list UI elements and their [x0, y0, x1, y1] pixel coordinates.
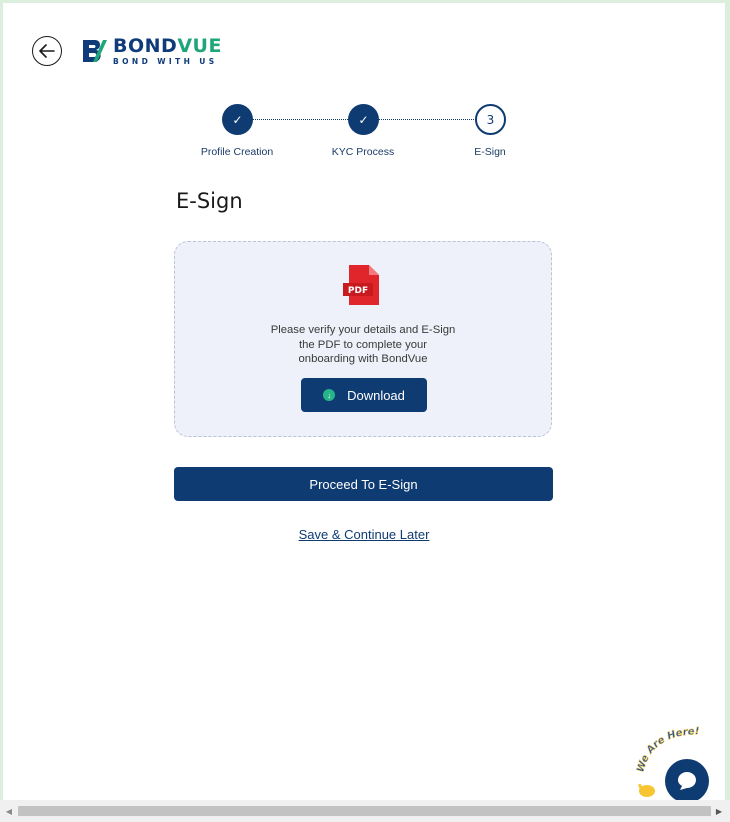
bondvue-mark-icon: [83, 40, 107, 62]
step-connector: [379, 119, 476, 120]
scroll-right-arrow-icon[interactable]: ▶: [712, 804, 726, 818]
horizontal-scrollbar[interactable]: ◀ ▶: [0, 800, 730, 822]
page-title: E-Sign: [176, 189, 243, 213]
esign-document-card: PDF Please verify your details and E-Sig…: [174, 241, 552, 437]
proceed-to-esign-button[interactable]: Proceed To E-Sign: [174, 467, 553, 501]
scrollbar-thumb[interactable]: [18, 806, 711, 816]
page-frame: BONDVUE BOND WITH US ✓ ✓ 3 Profile Creat…: [3, 3, 725, 803]
download-label: Download: [347, 387, 405, 403]
step-2-label: KYC Process: [331, 146, 395, 158]
step-number: 3: [486, 112, 495, 127]
scroll-left-arrow-icon[interactable]: ◀: [2, 804, 16, 818]
logo-tagline: BOND WITH US: [113, 56, 218, 66]
pdf-badge-text: PDF: [348, 286, 368, 296]
step-connector: [253, 119, 348, 120]
check-icon: ✓: [232, 112, 243, 127]
window-border: [725, 0, 730, 800]
step-3-label: E-Sign: [474, 146, 506, 158]
download-button[interactable]: ↓ Download: [301, 378, 427, 412]
chat-widget[interactable]: We Are Here!: [631, 723, 715, 803]
progress-stepper: ✓ ✓ 3 Profile Creation KYC Process E-Sig…: [3, 104, 725, 164]
step-3-circle: 3: [475, 104, 506, 135]
chat-open-button[interactable]: [665, 759, 709, 803]
back-button[interactable]: [32, 36, 62, 66]
step-1-circle: ✓: [222, 104, 253, 135]
pdf-file-icon: PDF: [343, 265, 379, 305]
logo-wordmark: BONDVUE: [113, 34, 222, 57]
esign-instructions: Please verify your details and E-Sign th…: [270, 324, 456, 365]
brand-logo[interactable]: BONDVUE BOND WITH US: [81, 36, 222, 66]
waving-hand-icon: [638, 783, 655, 797]
save-continue-later-link[interactable]: Save & Continue Later: [3, 527, 725, 542]
step-2-circle: ✓: [348, 104, 379, 135]
download-icon: ↓: [323, 389, 336, 401]
arrow-left-icon: [39, 44, 55, 58]
step-1-label: Profile Creation: [200, 146, 274, 158]
check-icon: ✓: [358, 112, 369, 127]
chat-bubble-icon: [678, 772, 696, 790]
